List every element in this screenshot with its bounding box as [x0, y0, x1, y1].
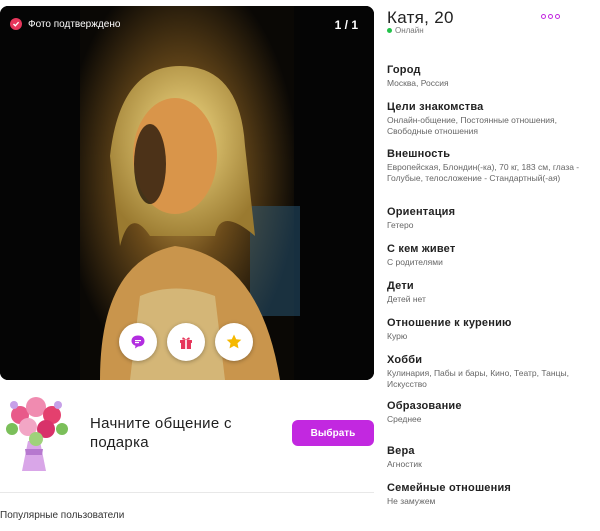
field-orientation: Ориентация Гетеро	[387, 206, 592, 231]
field-label: Хобби	[387, 354, 423, 366]
message-button[interactable]	[119, 323, 157, 361]
more-options-button[interactable]	[541, 14, 560, 19]
field-value: Кулинария, Пабы и бары, Кино, Театр, Тан…	[387, 368, 569, 389]
gift-icon	[180, 337, 192, 349]
popular-users-heading: Популярные пользователи	[0, 510, 125, 521]
online-status-label: Онлайн	[395, 26, 424, 35]
field-value: Детей нет	[387, 294, 426, 304]
field-label: Внешность	[387, 148, 451, 160]
field-religion: Вера Агностик	[387, 445, 592, 470]
field-value: Онлайн-общение, Постоянные отношения, Св…	[387, 115, 557, 136]
field-value: Курю	[387, 331, 408, 341]
field-label: Дети	[387, 280, 414, 292]
field-education: Образование Среднее	[387, 400, 592, 425]
field-smoking: Отношение к курению Курю	[387, 317, 592, 342]
check-icon	[10, 18, 22, 30]
chat-bubble-icon	[131, 335, 145, 349]
field-label: Семейные отношения	[387, 482, 512, 494]
photo-actions	[119, 323, 253, 361]
field-marital-status: Семейные отношения Не замужем	[387, 482, 592, 507]
verified-label: Фото подтверждено	[28, 18, 121, 30]
field-value: С родителями	[387, 257, 443, 267]
send-gift-button[interactable]	[167, 323, 205, 361]
field-value: Не замужем	[387, 496, 436, 506]
online-status: Онлайн	[387, 26, 424, 35]
divider	[0, 492, 374, 493]
field-label: Вера	[387, 445, 415, 457]
field-label: Ориентация	[387, 206, 456, 218]
more-dots-icon	[541, 14, 546, 19]
field-value: Гетеро	[387, 220, 414, 230]
field-value: Агностик	[387, 459, 422, 469]
favorite-button[interactable]	[215, 323, 253, 361]
field-label: Образование	[387, 400, 462, 412]
gift-banner-text: Начните общение с подарка	[90, 415, 232, 451]
field-label: Город	[387, 64, 421, 76]
bouquet-image	[6, 397, 68, 471]
field-value: Среднее	[387, 414, 422, 424]
profile-name: Катя, 20	[387, 8, 454, 27]
field-label: Цели знакомства	[387, 101, 484, 113]
field-label: С кем живет	[387, 243, 456, 255]
choose-gift-button[interactable]: Выбрать	[292, 420, 374, 446]
field-goals: Цели знакомства Онлайн-общение, Постоянн…	[387, 101, 592, 137]
photo-verified-badge: Фото подтверждено	[10, 18, 120, 30]
star-icon	[226, 334, 242, 349]
field-hobbies: Хобби Кулинария, Пабы и бары, Кино, Теат…	[387, 354, 592, 390]
online-dot-icon	[387, 28, 392, 33]
field-city: Город Москва, Россия	[387, 64, 592, 89]
field-lives-with: С кем живет С родителями	[387, 243, 592, 268]
profile-photo-card[interactable]: Фото подтверждено 1 / 1	[0, 6, 374, 380]
field-value: Москва, Россия	[387, 78, 449, 88]
photo-counter: 1 / 1	[334, 18, 358, 32]
field-value: Европейская, Блондин(-ка), 70 кг, 183 см…	[387, 162, 580, 183]
field-label: Отношение к курению	[387, 317, 512, 329]
field-appearance: Внешность Европейская, Блондин(-ка), 70 …	[387, 148, 592, 184]
field-children: Дети Детей нет	[387, 280, 592, 305]
